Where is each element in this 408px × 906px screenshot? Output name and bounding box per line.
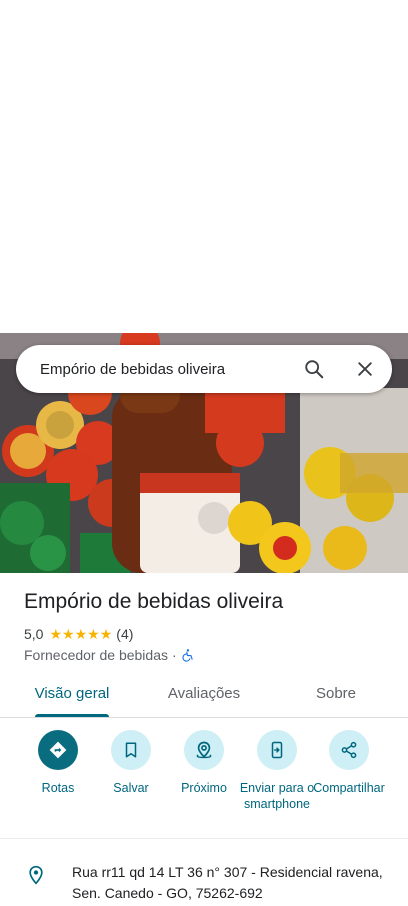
nearby-icon — [196, 741, 212, 759]
star-icon: ★ — [62, 626, 75, 642]
directions-button[interactable]: Rotas — [20, 730, 96, 796]
clear-search-button[interactable] — [349, 353, 381, 385]
star-icon: ★ — [87, 626, 100, 642]
search-icon — [305, 360, 324, 379]
nearby-label: Próximo — [181, 781, 227, 795]
place-category: Fornecedor de bebidas — [24, 647, 168, 663]
directions-icon — [49, 741, 67, 759]
separator: · — [172, 647, 177, 663]
tab-bar: Visão geral Avaliações Sobre — [0, 674, 408, 718]
send-to-phone-circle — [257, 730, 297, 770]
share-icon — [341, 741, 357, 759]
save-circle — [111, 730, 151, 770]
search-input[interactable] — [40, 345, 290, 393]
action-buttons: Rotas Salvar Próximo Enviar para o smart… — [0, 730, 408, 830]
review-count[interactable]: (4) — [116, 626, 133, 642]
active-tab-indicator — [35, 714, 109, 717]
star-icon: ★ — [49, 626, 63, 642]
search-button[interactable] — [298, 353, 330, 385]
send-to-phone-icon — [271, 741, 283, 759]
directions-label: Rotas — [41, 781, 75, 795]
save-button[interactable]: Salvar — [93, 730, 169, 796]
share-button[interactable]: Compartilhar — [311, 730, 387, 796]
share-circle — [329, 730, 369, 770]
send-to-phone-button[interactable]: Enviar para o smartphone — [239, 730, 315, 812]
rating-row[interactable]: 5,0 ★ ★ ★ ★ ★ (4) — [24, 624, 133, 644]
place-title: Empório de bebidas oliveira — [24, 590, 284, 613]
tab-reviews[interactable]: Avaliações — [154, 674, 254, 718]
search-bar — [16, 345, 392, 393]
blank-area — [0, 0, 408, 333]
tab-about[interactable]: Sobre — [286, 674, 386, 718]
location-pin-icon — [29, 865, 43, 885]
nearby-button[interactable]: Próximo — [166, 730, 242, 796]
tab-overview[interactable]: Visão geral — [22, 674, 122, 718]
save-label: Salvar — [113, 781, 149, 795]
address-row[interactable]: Rua rr11 qd 14 LT 36 n° 307 - Residencia… — [0, 852, 408, 906]
wheelchair-accessible-icon — [182, 649, 193, 662]
rating-stars: ★ ★ ★ ★ ★ — [49, 627, 112, 641]
directions-circle — [38, 730, 78, 770]
send-to-phone-label: Enviar para o smartphone — [239, 781, 315, 811]
close-icon — [358, 362, 372, 376]
share-label: Compartilhar — [313, 781, 385, 795]
nearby-circle — [184, 730, 224, 770]
address-text: Rua rr11 qd 14 LT 36 n° 307 - Residencia… — [72, 864, 383, 901]
section-divider — [0, 838, 408, 839]
bookmark-icon — [125, 742, 137, 758]
category-row: Fornecedor de bebidas · — [24, 645, 195, 665]
star-icon: ★ — [99, 626, 113, 642]
rating-value: 5,0 — [24, 626, 44, 642]
star-icon: ★ — [74, 626, 88, 642]
